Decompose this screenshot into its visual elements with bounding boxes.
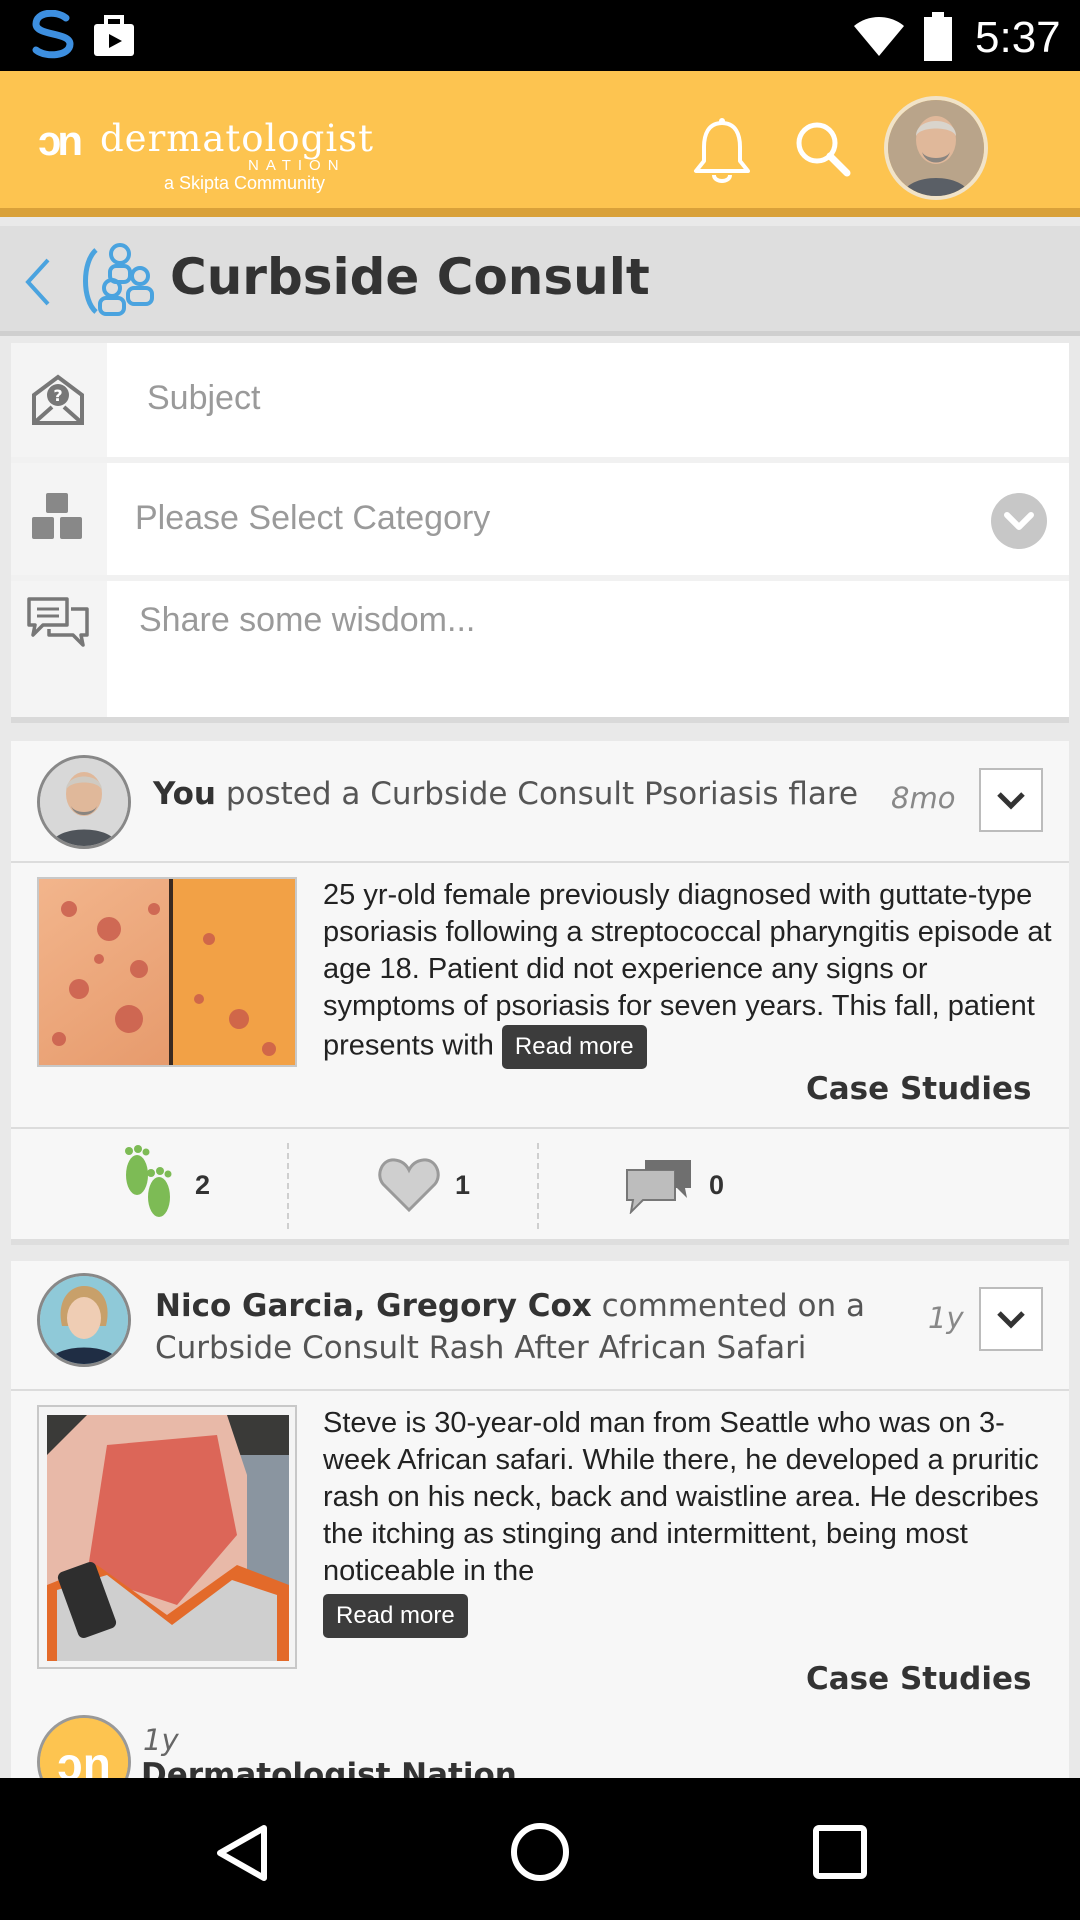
post-category[interactable]: Case Studies bbox=[806, 1071, 1031, 1107]
post-author[interactable]: Dermatologist Nation bbox=[141, 1757, 517, 1778]
post-time: 1y bbox=[143, 1723, 179, 1757]
stat-divider bbox=[537, 1143, 539, 1229]
svg-text:ɔn: ɔn bbox=[57, 1738, 111, 1778]
user-avatar[interactable] bbox=[884, 96, 988, 200]
category-placeholder: Please Select Category bbox=[135, 499, 491, 537]
post-body: Steve is 30-year-old man from Seattle wh… bbox=[323, 1405, 1053, 1638]
post-stats: 2 1 0 bbox=[11, 1127, 1069, 1245]
brand-logo-icon: ɔn bbox=[40, 1718, 128, 1778]
subject-input[interactable]: Subject bbox=[107, 343, 1069, 457]
avatar-photo bbox=[40, 1276, 128, 1364]
system-nav-bar bbox=[0, 1778, 1080, 1920]
stat-divider bbox=[287, 1143, 289, 1229]
back-triangle-icon[interactable] bbox=[212, 1822, 272, 1884]
avatar-photo bbox=[40, 758, 128, 846]
post-body-text: 25 yr-old female previously diagnosed wi… bbox=[323, 879, 1052, 1062]
battery-icon bbox=[924, 12, 952, 61]
category-row: Please Select Category bbox=[11, 463, 1069, 575]
message-row: Share some wisdom... bbox=[11, 581, 1069, 717]
post-time: 8mo bbox=[891, 781, 956, 815]
subject-icon-cell: ? bbox=[11, 343, 104, 457]
wifi-icon bbox=[854, 17, 904, 56]
post-menu-toggle[interactable] bbox=[979, 768, 1043, 832]
skin-photo bbox=[39, 879, 295, 1065]
message-icon-cell bbox=[11, 581, 104, 717]
post-author[interactable]: Nico Garcia, Gregory Cox bbox=[155, 1288, 592, 1324]
footprints-icon bbox=[125, 1145, 172, 1217]
compose-form: ? Subject Please Select Category Share s… bbox=[11, 343, 1069, 723]
chevron-down-icon bbox=[1004, 512, 1034, 530]
section-header: Curbside Consult bbox=[0, 226, 1080, 336]
subject-placeholder: Subject bbox=[147, 379, 261, 417]
back-chevron-icon[interactable] bbox=[22, 256, 52, 308]
post-time: 1y bbox=[928, 1301, 964, 1335]
read-more-button[interactable]: Read more bbox=[323, 1594, 468, 1638]
chat-bubbles-icon bbox=[26, 597, 89, 647]
neck-rash-photo bbox=[47, 1415, 289, 1661]
svg-text:?: ? bbox=[53, 386, 62, 405]
likes-stat[interactable]: 1 bbox=[377, 1129, 470, 1241]
avatar-photo bbox=[888, 100, 984, 196]
likes-count: 1 bbox=[455, 1169, 471, 1200]
message-textarea[interactable]: Share some wisdom... bbox=[107, 581, 1069, 717]
app-header: ɔn dermatologist NATION a Skipta Communi… bbox=[0, 71, 1080, 217]
home-circle-icon[interactable] bbox=[510, 1822, 570, 1882]
briefcase-icon bbox=[94, 15, 134, 56]
post-card: ɔn 1y Dermatologist Nation bbox=[11, 1701, 1069, 1778]
recents-square-icon[interactable] bbox=[812, 1824, 868, 1880]
post-menu-toggle[interactable] bbox=[979, 1287, 1043, 1351]
category-dropdown-button[interactable] bbox=[991, 493, 1047, 549]
s-app-icon bbox=[32, 10, 74, 59]
comment-icon bbox=[626, 1160, 691, 1214]
page-title: Curbside Consult bbox=[170, 248, 650, 306]
read-more-button[interactable]: Read more bbox=[501, 1025, 647, 1069]
post-category[interactable]: Case Studies bbox=[806, 1661, 1031, 1697]
comments-stat[interactable]: 0 bbox=[623, 1129, 724, 1241]
author-avatar[interactable] bbox=[37, 1273, 131, 1367]
cubes-icon bbox=[31, 493, 82, 539]
chevron-down-icon bbox=[997, 1311, 1025, 1329]
comments-count: 0 bbox=[709, 1169, 725, 1200]
footprints-count: 2 bbox=[195, 1169, 211, 1200]
chevron-down-icon bbox=[997, 792, 1025, 810]
post-header: You posted a Curbside Consult Psoriasis … bbox=[11, 741, 1069, 863]
search-icon[interactable] bbox=[793, 119, 853, 179]
post-thumbnail[interactable] bbox=[37, 877, 297, 1067]
message-placeholder: Share some wisdom... bbox=[139, 601, 476, 639]
brand-nation: NATION bbox=[248, 157, 346, 174]
status-bar: 5:37 bbox=[0, 0, 1080, 71]
post-action[interactable]: posted a Curbside Consult Psoriasis flar… bbox=[216, 776, 858, 812]
post-body: 25 yr-old female previously diagnosed wi… bbox=[323, 877, 1053, 1069]
category-select[interactable]: Please Select Category bbox=[107, 463, 1069, 575]
clock: 5:37 bbox=[975, 13, 1061, 62]
team-icon bbox=[83, 243, 154, 316]
footprints-stat[interactable]: 2 bbox=[117, 1129, 210, 1241]
post-headline: You posted a Curbside Consult Psoriasis … bbox=[153, 773, 893, 815]
brand-name: dermatologist bbox=[100, 117, 375, 160]
category-icon-cell bbox=[11, 463, 104, 575]
post-body-text: Steve is 30-year-old man from Seattle wh… bbox=[323, 1407, 1039, 1587]
subject-row: ? Subject bbox=[11, 343, 1069, 457]
brand-mark: ɔn bbox=[38, 117, 83, 164]
post-header: Nico Garcia, Gregory Cox commented on a … bbox=[11, 1261, 1069, 1391]
post-card: Nico Garcia, Gregory Cox commented on a … bbox=[11, 1261, 1069, 1701]
brand-subtitle: a Skipta Community bbox=[164, 173, 326, 193]
post-headline: Nico Garcia, Gregory Cox commented on a … bbox=[155, 1285, 885, 1369]
post-thumbnail[interactable] bbox=[37, 1405, 297, 1669]
post-author[interactable]: You bbox=[153, 776, 216, 812]
bell-icon[interactable] bbox=[690, 117, 754, 185]
heart-icon bbox=[378, 1158, 440, 1213]
envelope-question-icon: ? bbox=[31, 374, 84, 425]
post-card: You posted a Curbside Consult Psoriasis … bbox=[11, 741, 1069, 1245]
author-avatar[interactable] bbox=[37, 755, 131, 849]
author-avatar[interactable]: ɔn bbox=[37, 1715, 131, 1778]
